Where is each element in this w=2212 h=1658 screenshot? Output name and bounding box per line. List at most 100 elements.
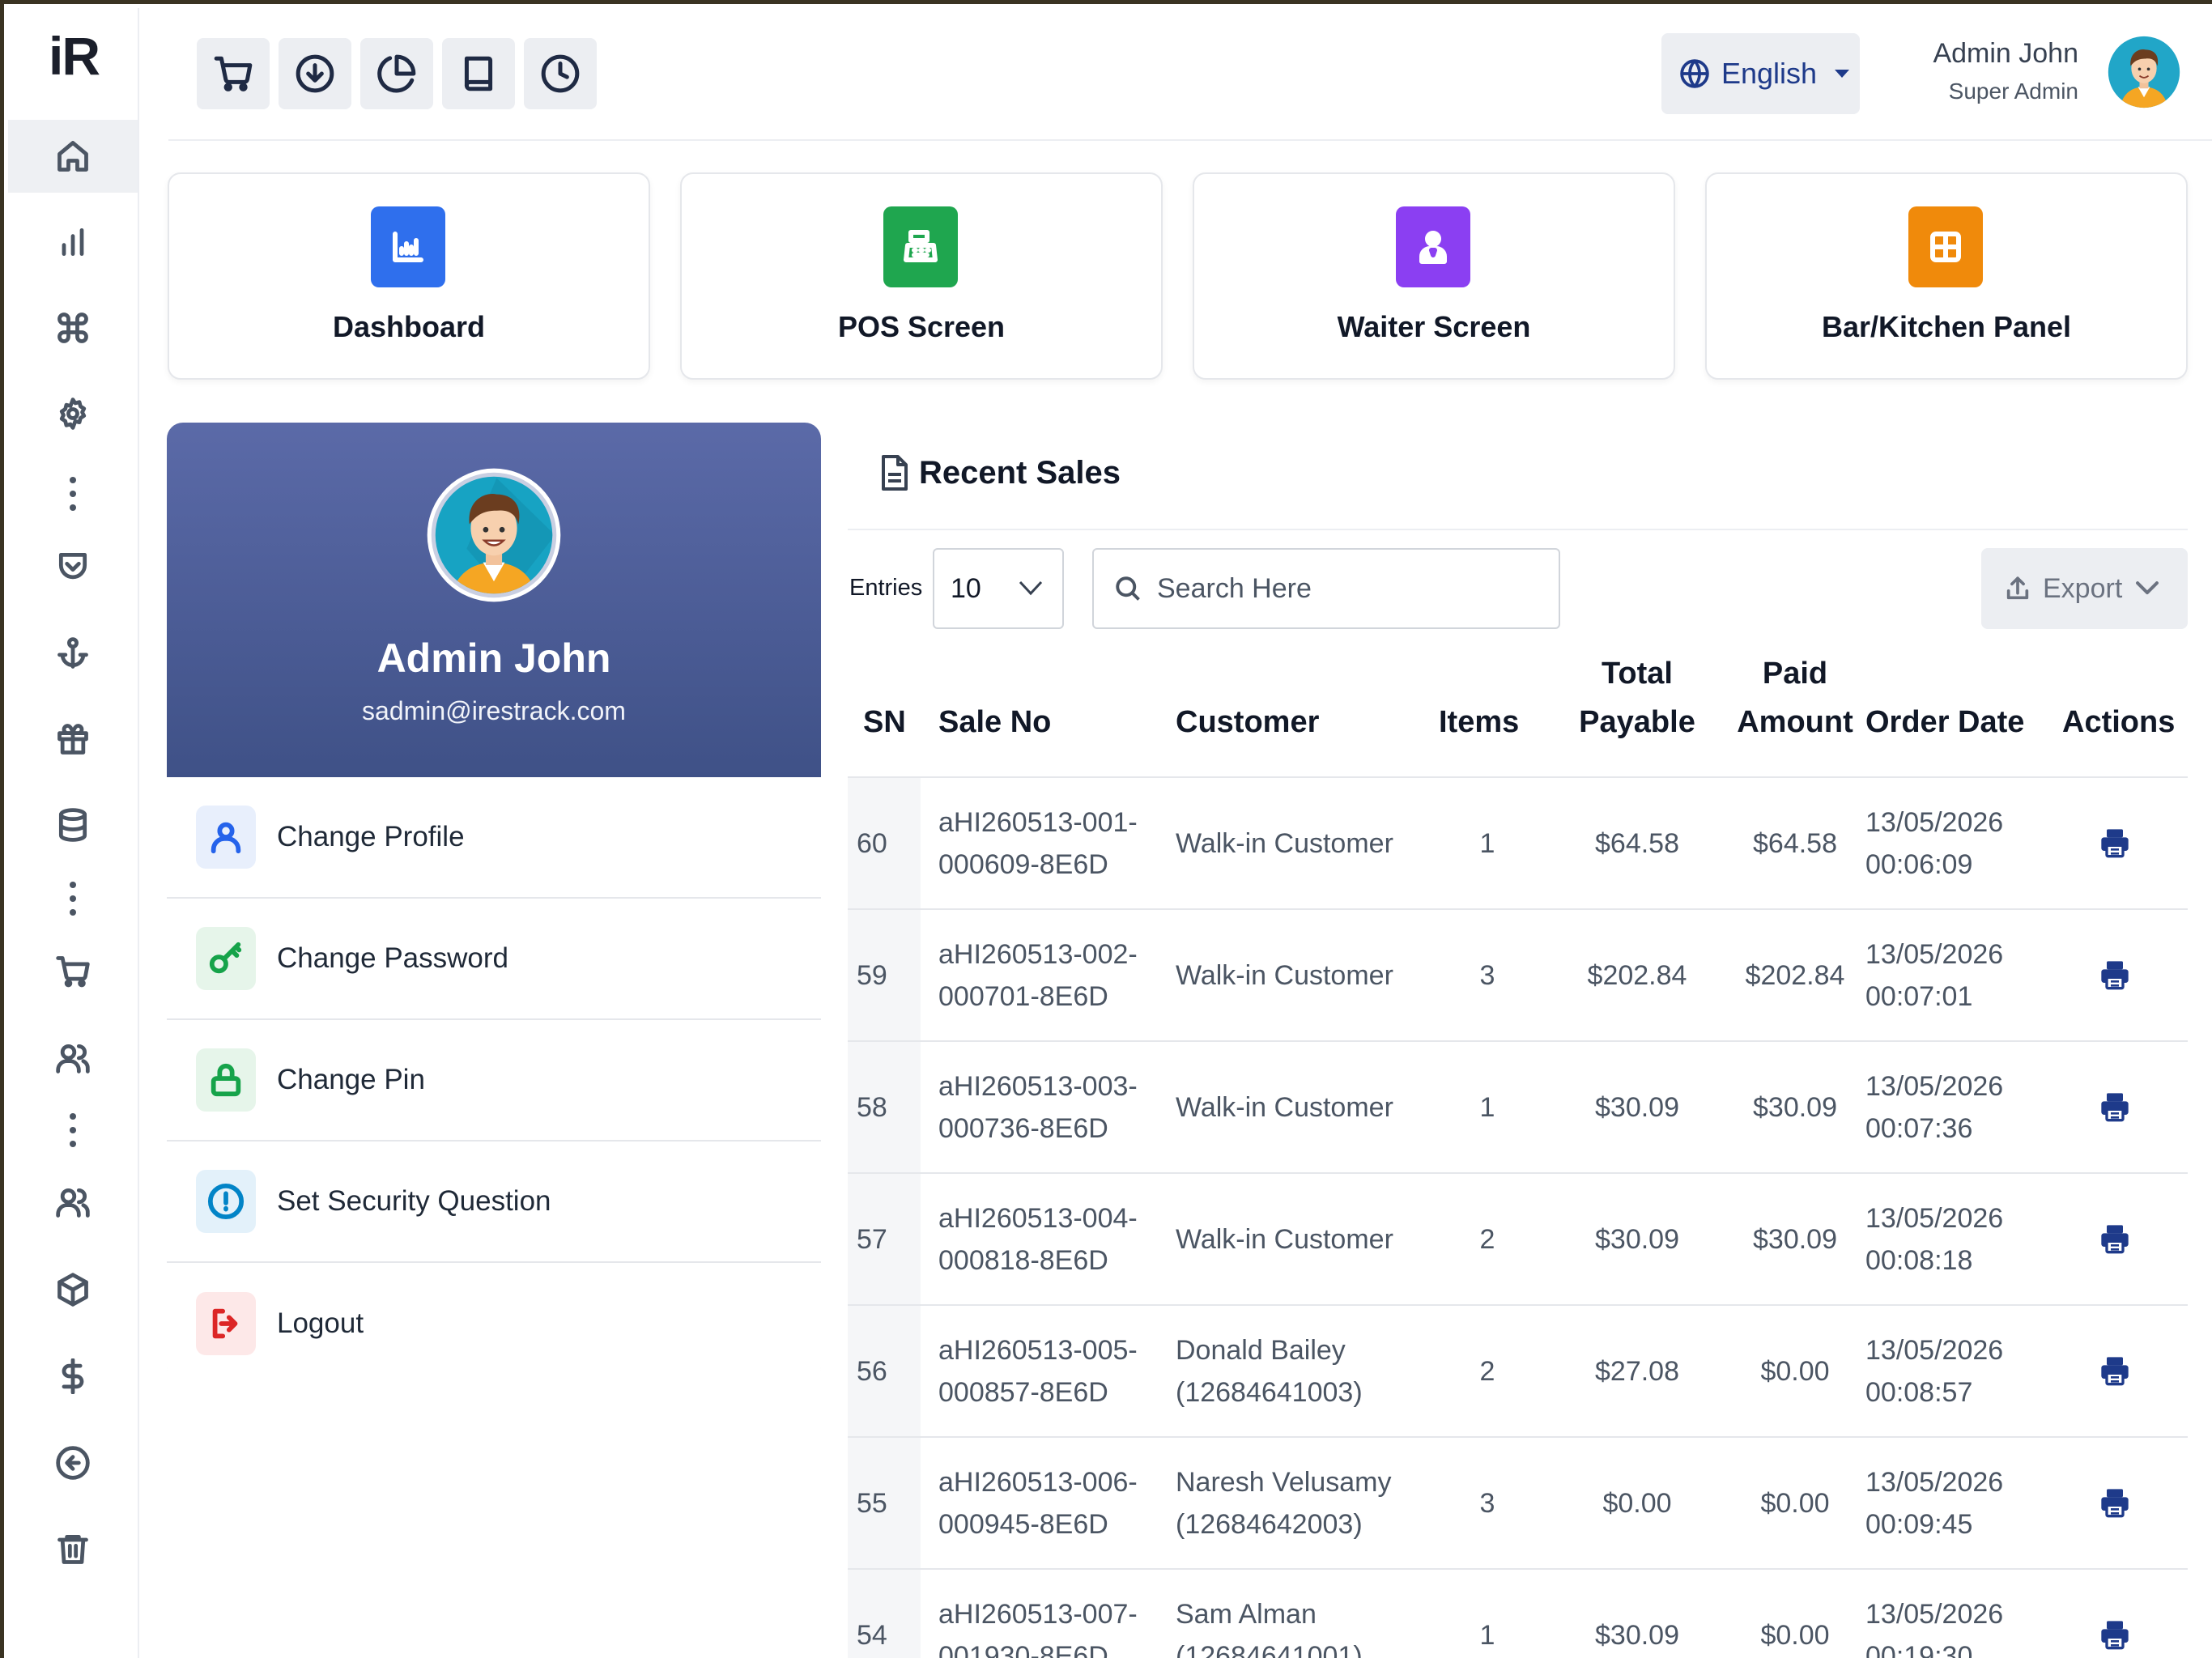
lock-icon (196, 1048, 256, 1112)
change-profile-item[interactable]: Change Profile (167, 777, 821, 899)
app-window: iR English Admin John Super Admin Dashbo… (0, 0, 2212, 1658)
column-header-items[interactable]: Items (1439, 698, 1519, 746)
sidebar-item-pocket[interactable] (8, 530, 138, 603)
chevron-down-icon (2136, 581, 2159, 595)
entries-value: 10 (951, 572, 981, 604)
table-row[interactable]: 60 aHI260513-001- 000609-8E6D Walk-in Custo… (848, 776, 2188, 908)
command-icon (57, 312, 88, 343)
menu-label: Change Password (277, 942, 508, 974)
quick-card-label: Bar/Kitchen Panel (1821, 310, 2072, 343)
pocket-icon (58, 552, 87, 580)
sidebar-item-customers[interactable] (8, 1022, 138, 1095)
quick-card-bar-kitchen-panel[interactable]: Bar/Kitchen Panel (1705, 172, 2188, 380)
export-button[interactable]: Export (1981, 548, 2188, 629)
printer-icon (2101, 1621, 2129, 1650)
logout-icon (196, 1292, 256, 1355)
recent-sales-title: Recent Sales (919, 455, 1121, 491)
gift-icon (57, 724, 88, 755)
quick-card-waiter-screen[interactable]: Waiter Screen (1193, 172, 1675, 380)
print-button[interactable] (2099, 1486, 2131, 1519)
logout-item[interactable]: Logout (167, 1263, 821, 1382)
anchor-icon (57, 637, 88, 669)
column-header-sale-no[interactable]: Sale No (938, 698, 1051, 746)
sidebar-item-settings[interactable] (8, 377, 138, 450)
header-divider (168, 139, 2212, 141)
table-row[interactable]: 56 aHI260513-005- 000857-8E6D Donald Bailey… (848, 1304, 2188, 1436)
sale-no-line: 000609-8E6D (938, 849, 1108, 880)
quick-card-dashboard[interactable]: Dashboard (168, 172, 650, 380)
bar-chart-icon (371, 206, 445, 287)
print-button[interactable] (2099, 1090, 2131, 1123)
search-icon (1116, 576, 1140, 601)
table-row[interactable]: 55 aHI260513-006- 000945-8E6D Naresh Velusa… (848, 1436, 2188, 1568)
cell-order-date: 13/05/2026 00:07:01 (1865, 933, 2003, 1018)
recent-sales-panel: Recent Sales Entries 10 Search Here Expo… (848, 423, 2188, 1658)
column-header-sn[interactable]: SN (863, 698, 906, 746)
search-input[interactable]: Search Here (1092, 548, 1560, 629)
column-header-customer[interactable]: Customer (1176, 698, 1319, 746)
sidebar-item-expenses[interactable] (8, 1340, 138, 1413)
header-user-name[interactable]: Admin John (1933, 38, 2078, 70)
sidebar-item-trash[interactable] (8, 1512, 138, 1585)
sidebar-item-database[interactable] (8, 789, 138, 861)
users-icon (56, 1044, 90, 1073)
grid-icon (1908, 206, 1983, 287)
column-header-total-payable[interactable]: Total Payable (1548, 649, 1726, 746)
cell-sn: 57 (857, 1224, 887, 1255)
sidebar-item-home[interactable] (8, 120, 138, 193)
cell-sn: 55 (857, 1488, 887, 1519)
profile-avatar[interactable] (426, 467, 562, 603)
cell-customer: Walk-in Customer (1176, 1224, 1393, 1255)
entries-label: Entries (849, 575, 923, 601)
column-header-paid-amount[interactable]: Paid Amount (1714, 649, 1876, 746)
cell-items: 1 (1479, 1620, 1495, 1651)
print-button[interactable] (2099, 959, 2131, 991)
sidebar-item-sales[interactable] (8, 935, 138, 1008)
change-pin-item[interactable]: Change Pin (167, 1020, 821, 1141)
cell-order-date: 13/05/2026 00:06:09 (1865, 801, 2003, 886)
cell-sale-no: aHI260513-006- 000945-8E6D (938, 1461, 1138, 1545)
sidebar-item-anchor[interactable] (8, 617, 138, 690)
pie-chart-button[interactable] (360, 38, 433, 109)
profile-email: sadmin@irestrack.com (362, 696, 626, 725)
table-row[interactable]: 59 aHI260513-002- 000701-8E6D Walk-in Custo… (848, 908, 2188, 1040)
cell-paid-amount: $64.58 (1753, 828, 1837, 859)
book-button[interactable] (442, 38, 515, 109)
column-header-order-date[interactable]: Order Date (1865, 698, 2024, 746)
sidebar-item-reports[interactable] (8, 206, 138, 278)
cell-total-payable: $27.08 (1595, 1356, 1679, 1387)
sale-no-line: aHI260513-001- (938, 807, 1138, 838)
sale-no-line: 001930-8E6D (938, 1641, 1108, 1658)
printer-icon (2101, 1225, 2129, 1254)
avatar[interactable] (2107, 35, 2181, 109)
print-button[interactable] (2099, 827, 2131, 859)
sidebar-item-command[interactable] (8, 291, 138, 364)
download-icon (296, 54, 334, 93)
cash-register-icon (883, 206, 958, 287)
cell-paid-amount: $0.00 (1760, 1620, 1830, 1651)
menu-label: Logout (277, 1307, 364, 1339)
table-row[interactable]: 54 aHI260513-007- 001930-8E6D Sam Alman (126… (848, 1568, 2188, 1658)
cart-button[interactable] (197, 38, 270, 109)
table-row[interactable]: 58 aHI260513-003- 000736-8E6D Walk-in Custo… (848, 1040, 2188, 1172)
sale-no-line: 000818-8E6D (938, 1245, 1108, 1276)
quick-card-pos-screen[interactable]: POS Screen (680, 172, 1163, 380)
key-icon (196, 927, 256, 990)
print-button[interactable] (2099, 1618, 2131, 1651)
sidebar-item-gift[interactable] (8, 703, 138, 776)
entries-select[interactable]: 10 (933, 548, 1064, 629)
printer-icon (2101, 1489, 2129, 1518)
table-row[interactable]: 57 aHI260513-004- 000818-8E6D Walk-in Custo… (848, 1172, 2188, 1304)
sidebar-item-users[interactable] (8, 1166, 138, 1239)
chevron-down-icon (1019, 580, 1043, 596)
change-password-item[interactable]: Change Password (167, 899, 821, 1020)
print-button[interactable] (2099, 1354, 2131, 1387)
print-button[interactable] (2099, 1222, 2131, 1255)
language-dropdown[interactable]: English (1661, 33, 1860, 114)
app-logo[interactable]: iR (49, 29, 100, 83)
clock-button[interactable] (524, 38, 597, 109)
set-security-question-item[interactable]: Set Security Question (167, 1141, 821, 1263)
sidebar-item-inventory[interactable] (8, 1253, 138, 1326)
sidebar-item-back[interactable] (8, 1426, 138, 1499)
download-button[interactable] (279, 38, 351, 109)
